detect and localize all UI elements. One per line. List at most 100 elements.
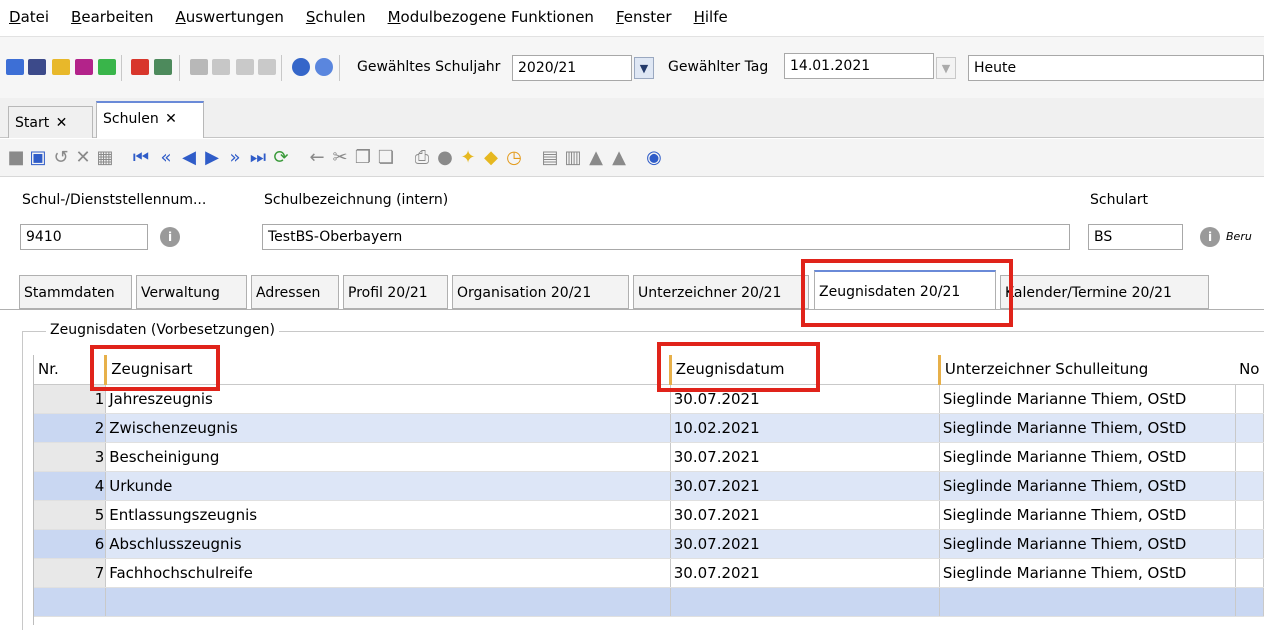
cell-unterzeichner[interactable]: Sieglinde Marianne Thiem, OStD [939, 529, 1236, 559]
tab-kalender-termine[interactable]: Kalender/Termine 20/21 [1000, 275, 1209, 309]
first-record-icon[interactable]: ⏮ [132, 149, 150, 167]
cell-zeugnisart[interactable]: Zwischenzeugnis [105, 413, 671, 443]
cell-unterzeichner[interactable]: Sieglinde Marianne Thiem, OStD [939, 500, 1236, 530]
prev-record-icon[interactable]: ◀ [180, 149, 198, 167]
cell-no[interactable] [1235, 587, 1264, 617]
column-header-zeugnisart[interactable]: Zeugnisart [104, 355, 671, 385]
cell-zeugnisdatum[interactable]: 30.07.2021 [670, 529, 940, 559]
people-icon[interactable] [6, 59, 24, 75]
table-row[interactable]: 4 Urkunde 30.07.2021 Sieglinde Marianne … [34, 471, 1264, 501]
column-header-unterzeichner[interactable]: Unterzeichner Schulleitung [937, 355, 1236, 385]
cell-unterzeichner[interactable]: Sieglinde Marianne Thiem, OStD [939, 442, 1236, 472]
cut-icon[interactable]: ✂ [331, 149, 349, 167]
cell-zeugnisdatum[interactable]: 30.07.2021 [670, 384, 940, 414]
cell-zeugnisart[interactable]: Jahreszeugnis [105, 384, 671, 414]
teacher-icon[interactable] [75, 59, 93, 75]
export-icon[interactable] [190, 59, 208, 75]
heute-field[interactable]: Heute [968, 55, 1264, 81]
undo-icon[interactable]: ↺ [52, 149, 70, 167]
table-row[interactable]: 7 Fachhochschulreife 30.07.2021 Sieglind… [34, 558, 1264, 588]
school-type-field[interactable]: BS [1088, 224, 1183, 250]
cell-zeugnisart[interactable] [105, 587, 671, 617]
cell-no[interactable] [1235, 442, 1264, 472]
column-header-nr[interactable]: Nr. [34, 355, 106, 385]
bulb-icon[interactable]: ✦ [459, 149, 477, 167]
cell-no[interactable] [1235, 500, 1264, 530]
cell-no[interactable] [1235, 471, 1264, 501]
cell-zeugnisdatum[interactable] [670, 587, 940, 617]
notes-icon[interactable] [98, 59, 116, 75]
prev-page-icon[interactable]: « [157, 149, 175, 167]
school-name-field[interactable]: TestBS-Oberbayern [262, 224, 1070, 250]
column-header-zeugnisdatum[interactable]: Zeugnisdatum [668, 355, 940, 385]
cell-no[interactable] [1235, 529, 1264, 559]
last-record-icon[interactable]: ⏭ [249, 149, 267, 167]
students-icon[interactable] [52, 59, 70, 75]
cell-zeugnisart[interactable]: Abschlusszeugnis [105, 529, 671, 559]
delete-icon[interactable]: ✕ [74, 149, 92, 167]
table-row[interactable]: 3 Bescheinigung 30.07.2021 Sieglinde Mar… [34, 442, 1264, 472]
cell-zeugnisdatum[interactable]: 30.07.2021 [670, 471, 940, 501]
menu-datei[interactable]: Datei [9, 8, 49, 26]
chevron-down-icon[interactable]: ▼ [634, 57, 654, 79]
preview-icon[interactable]: ● [436, 149, 454, 167]
bell-icon[interactable]: ◆ [482, 149, 500, 167]
tab-organisation[interactable]: Organisation 20/21 [452, 275, 629, 309]
lightning-2-icon[interactable] [258, 59, 276, 75]
book-icon[interactable] [131, 59, 149, 75]
cell-unterzeichner[interactable]: Sieglinde Marianne Thiem, OStD [939, 558, 1236, 588]
tab-zeugnisdaten[interactable]: Zeugnisdaten 20/21 [814, 270, 996, 310]
menu-bearbeiten[interactable]: Bearbeiten [71, 8, 153, 26]
info-icon[interactable]: i [1200, 227, 1220, 247]
menu-hilfe[interactable]: Hilfe [694, 8, 728, 26]
hat-icon[interactable]: ▲ [587, 149, 605, 167]
table-row[interactable]: 2 Zwischenzeugnis 10.02.2021 Sieglinde M… [34, 413, 1264, 443]
grid-icon[interactable]: ▦ [96, 149, 114, 167]
schuljahr-select[interactable]: 2020/21 [512, 55, 632, 81]
cell-no[interactable] [1235, 413, 1264, 443]
cell-unterzeichner[interactable]: Sieglinde Marianne Thiem, OStD [939, 413, 1236, 443]
tab-start[interactable]: Start ✕ [8, 106, 93, 138]
book-stack-icon[interactable]: ▥ [564, 149, 582, 167]
close-icon[interactable]: ✕ [165, 111, 177, 127]
info-icon[interactable] [292, 58, 310, 76]
hat-2-icon[interactable]: ▲ [610, 149, 628, 167]
cell-unterzeichner[interactable] [939, 587, 1236, 617]
next-page-icon[interactable]: » [226, 149, 244, 167]
cell-zeugnisdatum[interactable]: 10.02.2021 [670, 413, 940, 443]
cell-zeugnisart[interactable]: Urkunde [105, 471, 671, 501]
column-header-no[interactable]: No [1235, 355, 1264, 385]
refresh-icon[interactable]: ⟳ [272, 149, 290, 167]
save-icon[interactable]: ▣ [29, 149, 47, 167]
chevron-down-icon[interactable]: ▼ [936, 57, 956, 79]
info-icon[interactable]: i [160, 227, 180, 247]
table-row-new[interactable] [34, 587, 1264, 617]
cell-zeugnisdatum[interactable]: 30.07.2021 [670, 442, 940, 472]
close-icon[interactable]: ✕ [56, 115, 68, 131]
tab-stammdaten[interactable]: Stammdaten [19, 275, 132, 309]
lightning-icon[interactable] [236, 59, 254, 75]
paste-icon[interactable]: ❏ [377, 149, 395, 167]
cell-zeugnisart[interactable]: Entlassungszeugnis [105, 500, 671, 530]
tag-date-field[interactable]: 14.01.2021 [784, 53, 934, 79]
report-icon[interactable] [154, 59, 172, 75]
help-icon[interactable] [315, 58, 333, 76]
cell-no[interactable] [1235, 558, 1264, 588]
cell-zeugnisart[interactable]: Fachhochschulreife [105, 558, 671, 588]
next-record-icon[interactable]: ▶ [203, 149, 221, 167]
tab-schulen[interactable]: Schulen ✕ [96, 101, 204, 138]
copy-icon[interactable]: ❐ [354, 149, 372, 167]
menu-modulbezogene-funktionen[interactable]: Modulbezogene Funktionen [388, 8, 594, 26]
table-row[interactable]: 6 Abschlusszeugnis 30.07.2021 Sieglinde … [34, 529, 1264, 559]
table-row[interactable]: 1 Jahreszeugnis 30.07.2021 Sieglinde Mar… [34, 384, 1264, 414]
table-row[interactable]: 5 Entlassungszeugnis 30.07.2021 Sieglind… [34, 500, 1264, 530]
window-icon[interactable] [212, 59, 230, 75]
cell-zeugnisdatum[interactable]: 30.07.2021 [670, 500, 940, 530]
menu-fenster[interactable]: Fenster [616, 8, 672, 26]
clock-icon[interactable]: ◷ [505, 149, 523, 167]
cell-no[interactable] [1235, 384, 1264, 414]
school-number-field[interactable]: 9410 [20, 224, 148, 250]
cell-unterzeichner[interactable]: Sieglinde Marianne Thiem, OStD [939, 471, 1236, 501]
cell-zeugnisdatum[interactable]: 30.07.2021 [670, 558, 940, 588]
tab-adressen[interactable]: Adressen [251, 275, 339, 309]
